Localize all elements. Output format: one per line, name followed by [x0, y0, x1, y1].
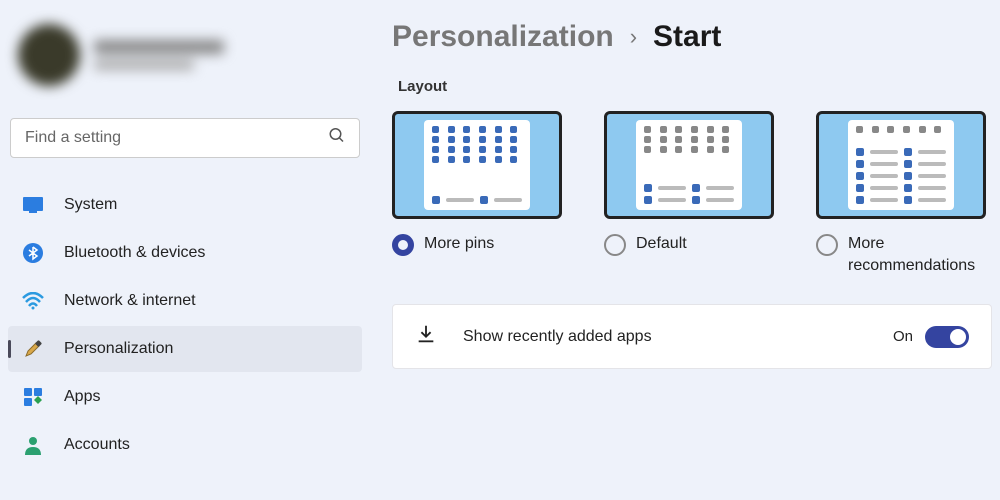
sidebar-item-bluetooth[interactable]: Bluetooth & devices [8, 230, 362, 276]
layout-radio-label: More recommendations [848, 233, 976, 276]
bluetooth-icon [22, 242, 44, 264]
user-profile[interactable] [8, 10, 362, 100]
layout-radio-more-recommendations[interactable] [816, 234, 838, 256]
sidebar-item-system[interactable]: System [8, 182, 362, 228]
layout-option-default[interactable]: Default [604, 111, 774, 276]
sidebar-item-label: Personalization [64, 340, 173, 358]
apps-icon [22, 386, 44, 408]
person-icon [22, 434, 44, 456]
layout-radio-more-pins[interactable] [392, 234, 414, 256]
breadcrumb-parent[interactable]: Personalization [392, 20, 614, 54]
sidebar-item-label: Apps [64, 388, 100, 406]
layout-thumb-more-pins[interactable] [392, 111, 562, 219]
sidebar-item-label: Accounts [64, 436, 130, 454]
sidebar-item-personalization[interactable]: Personalization [8, 326, 362, 372]
search-input[interactable] [10, 118, 360, 158]
layout-radio-label: Default [636, 233, 687, 255]
setting-recently-added: Show recently added apps On [392, 304, 992, 369]
sidebar-item-label: Bluetooth & devices [64, 244, 205, 262]
breadcrumb: Personalization › Start [392, 20, 1000, 54]
avatar [18, 24, 80, 86]
recently-added-toggle[interactable] [925, 326, 969, 348]
chevron-right-icon: › [630, 24, 637, 50]
wifi-icon [22, 290, 44, 312]
layout-option-more-recommendations[interactable]: More recommendations [816, 111, 986, 276]
recently-added-state: On [893, 328, 913, 345]
sidebar-item-accounts[interactable]: Accounts [8, 422, 362, 468]
layout-thumb-more-recommendations[interactable] [816, 111, 986, 219]
sidebar-item-label: Network & internet [64, 292, 196, 310]
layout-radio-label: More pins [424, 233, 494, 255]
system-icon [22, 194, 44, 216]
download-icon [415, 323, 437, 350]
layout-option-more-pins[interactable]: More pins [392, 111, 562, 276]
layout-radio-default[interactable] [604, 234, 626, 256]
sidebar-item-label: System [64, 196, 117, 214]
search-container [10, 118, 360, 158]
page-title: Start [653, 20, 721, 54]
layout-section-label: Layout [398, 78, 1000, 95]
layout-thumb-default[interactable] [604, 111, 774, 219]
paintbrush-icon [22, 338, 44, 360]
recently-added-label: Show recently added apps [463, 328, 867, 346]
sidebar-item-apps[interactable]: Apps [8, 374, 362, 420]
sidebar-item-network[interactable]: Network & internet [8, 278, 362, 324]
